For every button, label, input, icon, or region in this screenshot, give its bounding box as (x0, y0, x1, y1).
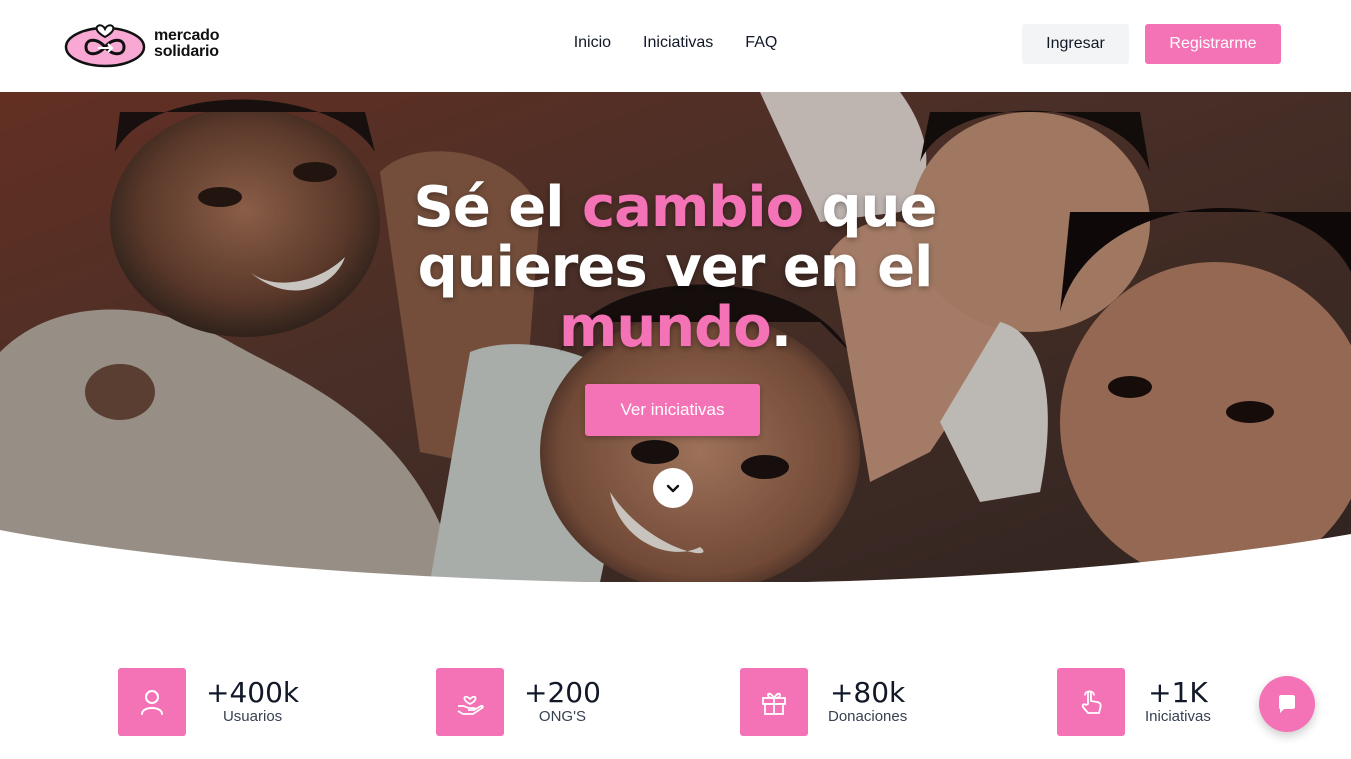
stat-usuarios: +400k Usuarios (118, 668, 299, 736)
stat-icon-box (436, 668, 504, 736)
stat-text: +80k Donaciones (828, 678, 907, 726)
hand-heart-icon (457, 695, 484, 715)
chat-button[interactable] (1259, 676, 1315, 732)
stat-iniciativas: +1K Iniciativas (1057, 668, 1211, 736)
stat-value: +1K (1148, 676, 1208, 709)
stat-ongs: +200 ONG'S (436, 668, 601, 736)
stat-value: +200 (524, 676, 601, 709)
stat-value: +80k (829, 676, 906, 709)
stat-icon-box (740, 668, 808, 736)
stat-text: +400k Usuarios (206, 678, 299, 726)
stat-donaciones: +80k Donaciones (740, 668, 907, 736)
stats-section: +400k Usuarios +200 ONG'S +80k Donacione… (0, 668, 1351, 736)
nav-link-faq[interactable]: FAQ (745, 34, 777, 52)
stat-text: +200 ONG'S (524, 678, 601, 726)
hero-title-highlight-mundo: mundo (559, 295, 772, 360)
register-button[interactable]: Registrarme (1145, 24, 1281, 64)
stat-label: Donaciones (828, 708, 908, 725)
hero-wave-divider (0, 530, 1351, 582)
hero-title-part-1: Sé el (413, 175, 582, 240)
hero-title: Sé el cambio que quieres ver en el mundo… (360, 178, 990, 358)
scroll-down-button[interactable] (653, 468, 693, 508)
login-button[interactable]: Ingresar (1022, 24, 1129, 64)
chat-bubble-icon (1279, 695, 1295, 713)
nav-link-inicio[interactable]: Inicio (574, 34, 611, 52)
stat-label: Iniciativas (1145, 708, 1211, 725)
navbar: mercado solidario Inicio Iniciativas FAQ… (0, 0, 1351, 92)
ver-iniciativas-button[interactable]: Ver iniciativas (585, 384, 760, 436)
nav-link-iniciativas[interactable]: Iniciativas (643, 34, 713, 52)
hero-title-highlight-cambio: cambio (581, 175, 804, 240)
stat-value: +400k (206, 676, 300, 709)
stat-icon-box (1057, 668, 1125, 736)
pointer-hand-icon (1081, 690, 1102, 714)
chevron-down-icon (666, 484, 680, 493)
stat-icon-box (118, 668, 186, 736)
hero-section: Sé el cambio que quieres ver en el mundo… (0, 92, 1351, 582)
user-icon (141, 690, 163, 715)
stat-label: ONG'S (538, 708, 586, 725)
stat-text: +1K Iniciativas (1145, 678, 1211, 726)
stat-label: Usuarios (222, 708, 283, 725)
hero-title-part-3: . (770, 295, 792, 360)
gift-icon (762, 692, 786, 715)
